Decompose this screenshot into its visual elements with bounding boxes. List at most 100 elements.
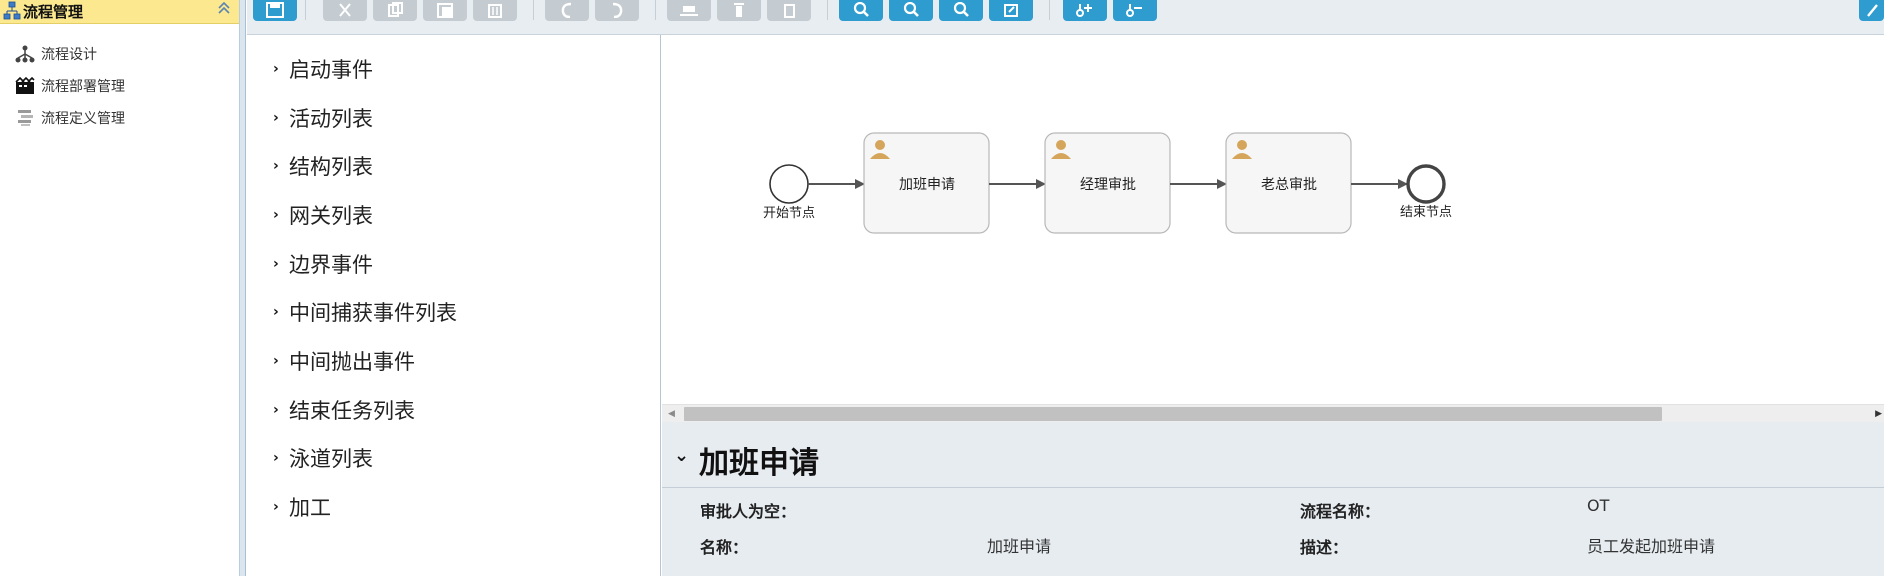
property-value-description[interactable]: 员工发起加班申请 (1587, 533, 1715, 557)
same-size-button[interactable] (767, 0, 811, 21)
toolbar-separator (827, 0, 828, 20)
sidebar-item-deploy-management[interactable]: 流程部署管理 (14, 75, 125, 97)
cut-button[interactable] (323, 0, 367, 21)
category-label: 泳道列表 (289, 447, 373, 471)
add-bendpoint-button[interactable] (1063, 0, 1107, 21)
chevron-right-icon: › (273, 450, 279, 466)
palette-category-intermediate-catch[interactable]: › 中间捕获事件列表 (273, 297, 457, 327)
align-horizontal-button[interactable] (717, 0, 761, 21)
category-label: 活动列表 (289, 107, 373, 131)
sidebar-header[interactable]: 流程管理 (0, 0, 239, 24)
paste-button[interactable] (423, 0, 467, 21)
delete-button[interactable] (473, 0, 517, 21)
redo-button[interactable] (595, 0, 639, 21)
chevron-right-icon: › (273, 304, 279, 320)
sidebar-item-label: 流程定义管理 (41, 111, 125, 127)
scroll-left-icon[interactable]: ◀ (668, 409, 675, 419)
category-label: 中间抛出事件 (289, 350, 415, 374)
scrollbar-thumb[interactable] (684, 407, 1662, 421)
remove-bendpoint-button[interactable] (1113, 0, 1157, 21)
properties-panel: ⌄ 加班申请 审批人为空： 流程名称： OT 名称： 加班申请 描述： 员工发起… (662, 422, 1884, 576)
save-button[interactable] (253, 0, 297, 21)
remove-bendpoint-icon (1122, 2, 1148, 18)
palette-category-end-events[interactable]: › 结束任务列表 (273, 395, 415, 425)
property-label-process-name: 流程名称： (1300, 502, 1381, 521)
category-label: 启动事件 (289, 58, 373, 82)
scissors-icon (332, 2, 358, 18)
chevron-right-icon: › (273, 499, 279, 515)
category-label: 结构列表 (289, 155, 373, 179)
trash-icon (482, 2, 508, 18)
expand-button[interactable] (1859, 0, 1884, 21)
palette-category-swimlanes[interactable]: › 泳道列表 (273, 443, 373, 473)
toolbar-separator (305, 0, 306, 20)
collapse-up-icon[interactable] (217, 1, 231, 19)
toolbar (247, 0, 1884, 35)
chevron-right-icon: › (273, 158, 279, 174)
palette-category-activities[interactable]: › 活动列表 (273, 103, 373, 133)
align-horizontal-icon (726, 2, 752, 18)
property-value-name[interactable]: 加班申请 (987, 533, 1051, 557)
properties-header[interactable]: ⌄ 加班申请 (662, 422, 1884, 488)
category-label: 中间捕获事件列表 (289, 301, 457, 325)
undo-icon (554, 2, 580, 18)
diagram-canvas[interactable]: 开始节点 加班申请 经理审批 老总审批 结束节点 (662, 35, 1884, 404)
chevron-right-icon: › (273, 61, 279, 77)
splitter[interactable] (240, 0, 246, 576)
sidebar-item-definition-management[interactable]: 流程定义管理 (14, 107, 125, 129)
palette-category-structures[interactable]: › 结构列表 (273, 151, 373, 181)
scroll-right-icon[interactable]: ▶ (1875, 409, 1882, 419)
chevron-down-icon[interactable]: ⌄ (674, 445, 689, 466)
property-label-approver-empty: 审批人为空： (700, 502, 797, 521)
chevron-right-icon: › (273, 402, 279, 418)
chevron-right-icon: › (273, 256, 279, 272)
chevron-right-icon: › (273, 110, 279, 126)
start-event-label: 开始节点 (763, 206, 815, 221)
zoom-out-icon (898, 2, 924, 18)
chevron-right-icon: › (273, 353, 279, 369)
end-event[interactable] (1406, 164, 1446, 204)
category-label: 边界事件 (289, 253, 373, 277)
sidebar-title: 流程管理 (23, 3, 84, 21)
zoom-in-icon (848, 2, 874, 18)
undo-button[interactable] (545, 0, 589, 21)
zoom-fit-button[interactable] (989, 0, 1033, 21)
horizontal-scrollbar[interactable]: ◀ ▶ (662, 404, 1884, 422)
property-label-description: 描述： (1300, 538, 1349, 557)
align-vertical-button[interactable] (667, 0, 711, 21)
expand-icon (1864, 2, 1880, 18)
zoom-out-button[interactable] (889, 0, 933, 21)
copy-button[interactable] (373, 0, 417, 21)
sidebar-item-flow-design[interactable]: 流程设计 (14, 43, 97, 65)
redo-icon (604, 2, 630, 18)
palette-panel: › 启动事件 › 活动列表 › 结构列表 › 网关列表 › 边界事件 › 中间捕… (247, 35, 661, 576)
align-vertical-icon (676, 2, 702, 18)
palette-category-boundary-events[interactable]: › 边界事件 (273, 249, 373, 279)
sidebar-item-label: 流程设计 (41, 47, 97, 63)
film-icon (14, 76, 36, 96)
zoom-actual-button[interactable] (939, 0, 983, 21)
sidebar: 流程管理 流程设计 流程部署管理 流程定义管理 (0, 0, 240, 576)
end-event-label: 结束节点 (1400, 205, 1452, 220)
toolbar-separator (655, 0, 656, 20)
list-icon (14, 108, 36, 128)
category-label: 加工 (289, 496, 331, 520)
task-label: 老总审批 (1261, 177, 1317, 193)
task-label: 经理审批 (1080, 177, 1136, 193)
zoom-in-button[interactable] (839, 0, 883, 21)
palette-category-start-events[interactable]: › 启动事件 (273, 54, 373, 84)
property-label-name: 名称： (700, 538, 749, 557)
zoom-fit-icon (998, 2, 1024, 18)
palette-category-processing[interactable]: › 加工 (273, 492, 331, 522)
start-event[interactable] (769, 164, 809, 204)
chevron-right-icon: › (273, 207, 279, 223)
org-chart-icon (14, 44, 36, 64)
sidebar-item-label: 流程部署管理 (41, 79, 125, 95)
tree-icon (3, 1, 21, 25)
palette-category-gateways[interactable]: › 网关列表 (273, 200, 373, 230)
toolbar-separator (533, 0, 534, 20)
toolbar-separator (1049, 0, 1050, 20)
add-bendpoint-icon (1072, 2, 1098, 18)
property-value-process-name[interactable]: OT (1587, 496, 1609, 515)
palette-category-intermediate-throw[interactable]: › 中间抛出事件 (273, 346, 415, 376)
